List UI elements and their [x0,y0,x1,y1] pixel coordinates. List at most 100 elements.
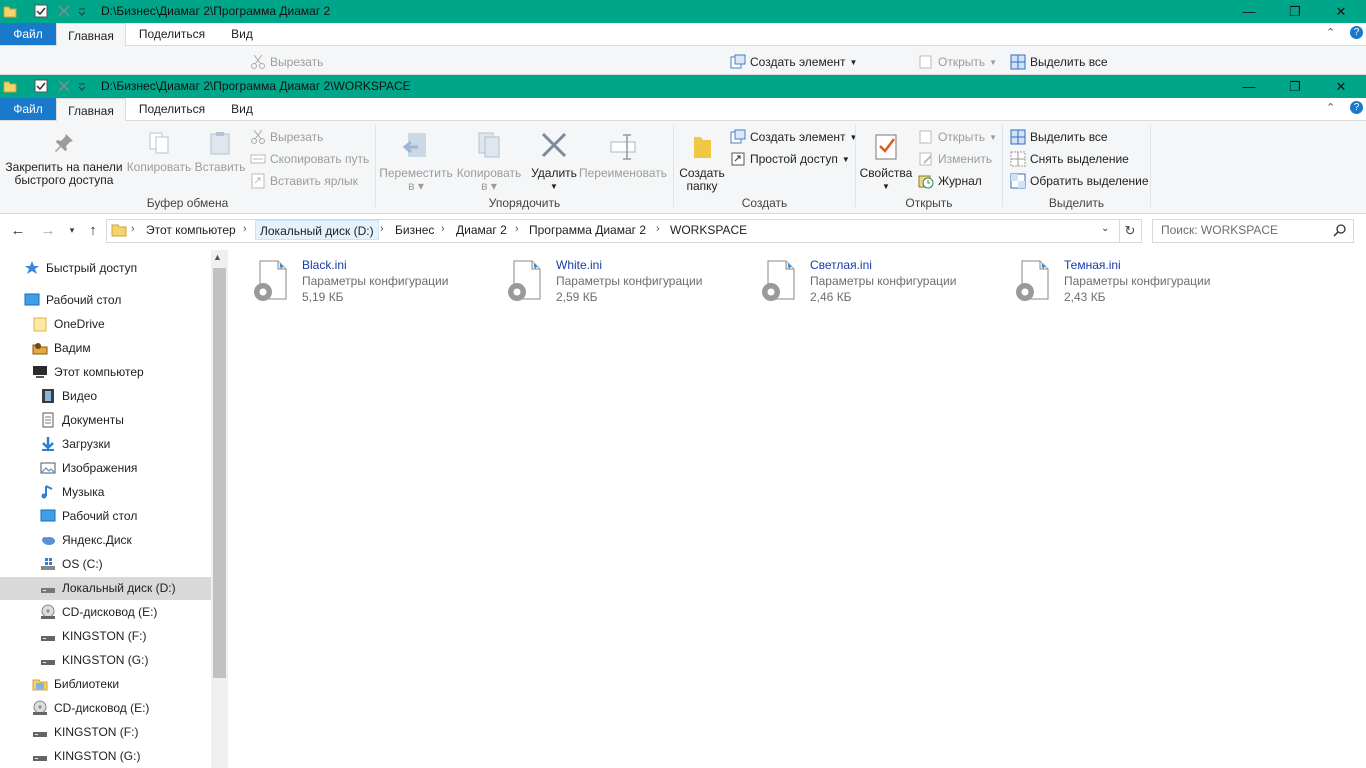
breadcrumb-separator[interactable]: › [515,223,519,235]
file-item[interactable]: Black.ini Параметры конфигурации 5,19 КБ [248,257,498,307]
breadcrumb-program[interactable]: Программа Диамаг 2 [529,223,646,237]
nav-item-onedrive[interactable]: OneDrive [32,313,105,335]
file-name[interactable]: Светлая.ini [810,258,872,272]
file-item[interactable]: Темная.ini Параметры конфигурации 2,43 К… [1010,257,1260,307]
edit-button[interactable]: Изменить [918,151,992,167]
easy-access-button[interactable]: Простой доступ ▼ [730,151,850,167]
nav-item-documents[interactable]: Документы [40,409,124,431]
search-icon[interactable] [1333,223,1347,237]
paste-shortcut-button[interactable]: Вставить ярлык [250,173,358,189]
breadcrumb-business[interactable]: Бизнес [395,223,434,237]
invert-selection-button[interactable]: Обратить выделение [1010,173,1149,189]
nav-item-desktop[interactable]: Рабочий стол [24,289,121,311]
properties-button[interactable]: Свойства ▼ [858,131,914,193]
back-select-all-button[interactable]: Выделить все [1010,54,1108,70]
address-bar[interactable]: › Этот компьютер › Локальный диск (D:) ›… [106,219,1120,243]
tab-home[interactable]: Главная [56,23,126,47]
file-name[interactable]: White.ini [556,258,602,272]
search-box[interactable]: Поиск: WORKSPACE [1152,219,1354,243]
nav-item-cd-drive-e[interactable]: CD-дисковод (E:) [40,601,157,623]
maximize-button[interactable]: ❐ [1272,75,1318,98]
tab-share[interactable]: Поделиться [130,23,214,45]
nav-item-cd-drive-e-2[interactable]: CD-дисковод (E:) [32,697,149,719]
file-item[interactable]: White.ini Параметры конфигурации 2,59 КБ [502,257,752,307]
undo-icon[interactable] [57,4,71,18]
nav-item-pictures[interactable]: Изображения [40,457,137,479]
refresh-button[interactable]: ↻ [1119,219,1142,243]
chevron-down-icon[interactable] [77,79,91,93]
maximize-button[interactable]: ❐ [1272,0,1318,23]
breadcrumb-diamag[interactable]: Диамаг 2 [456,223,507,237]
nav-item-downloads[interactable]: Загрузки [40,433,110,455]
select-all-button[interactable]: Выделить все [1010,129,1108,145]
close-button[interactable]: ✕ [1318,0,1364,23]
nav-item-drive-g-2[interactable]: KINGSTON (G:) [32,745,140,767]
address-dropdown-icon[interactable]: ⌄ [1101,223,1109,234]
nav-item-quick-access[interactable]: Быстрый доступ [24,257,137,279]
breadcrumb-local-disk[interactable]: Локальный диск (D:) [255,220,379,240]
forward-button[interactable]: → [38,220,58,240]
window-titlebar[interactable]: D:\Бизнес\Диамаг 2\Программа Диамаг 2\WO… [0,75,1366,98]
properties-icon[interactable] [34,79,48,93]
help-icon[interactable]: ? [1350,101,1363,114]
help-icon[interactable]: ? [1350,26,1363,39]
minimize-button[interactable]: — [1226,75,1272,98]
nav-item-drive-f[interactable]: KINGSTON (F:) [40,625,146,647]
breadcrumb-separator[interactable]: › [131,223,135,235]
recent-locations-button[interactable]: ▾ [62,220,82,240]
breadcrumb-workspace[interactable]: WORKSPACE [670,223,747,237]
copy-path-button[interactable]: Скопировать путь [250,151,369,167]
select-none-button[interactable]: Снять выделение [1010,151,1129,167]
new-item-button[interactable]: Создать элемент ▼ [730,129,857,145]
properties-icon[interactable] [34,4,48,18]
nav-item-drive-g[interactable]: KINGSTON (G:) [40,649,148,671]
close-button[interactable]: ✕ [1318,75,1364,98]
up-button[interactable]: ↑ [83,220,103,240]
nav-item-desktop-2[interactable]: Рабочий стол [40,505,137,527]
back-cut-button[interactable]: Вырезать [250,54,323,70]
nav-item-videos[interactable]: Видео [40,385,97,407]
tab-file[interactable]: Файл [0,23,56,45]
tab-view[interactable]: Вид [222,98,262,120]
search-input[interactable]: Поиск: WORKSPACE [1161,223,1278,237]
history-button[interactable]: Журнал [918,173,982,189]
nav-item-libraries[interactable]: Библиотеки [32,673,119,695]
collapse-ribbon-icon[interactable]: ⌃ [1326,101,1335,114]
file-name[interactable]: Black.ini [302,258,347,272]
pin-quick-access-button[interactable]: Закрепить на панели быстрого доступа [4,131,124,187]
back-new-item-button[interactable]: Создать элемент ▼ [730,54,857,70]
open-button[interactable]: Открыть ▼ [918,129,997,145]
rename-button[interactable]: Переименовать [578,131,668,180]
back-open-button[interactable]: Открыть ▼ [918,54,997,70]
breadcrumb-separator[interactable]: › [656,223,660,235]
tab-view[interactable]: Вид [222,23,262,45]
nav-item-drive-c[interactable]: OS (C:) [40,553,103,575]
nav-item-this-pc[interactable]: Этот компьютер [32,361,144,383]
breadcrumb-this-pc[interactable]: Этот компьютер [146,223,236,237]
file-name[interactable]: Темная.ini [1064,258,1121,272]
tab-home[interactable]: Главная [56,98,126,122]
tab-file[interactable]: Файл [0,98,56,120]
back-window-titlebar[interactable]: D:\Бизнес\Диамаг 2\Программа Диамаг 2 — … [0,0,1366,23]
copy-to-button[interactable]: Копировать в ▾ [452,131,526,193]
new-folder-button[interactable]: Создать папку [676,131,728,193]
chevron-down-icon[interactable] [77,4,91,18]
nav-scrollbar-thumb[interactable] [213,268,226,678]
nav-item-music[interactable]: Музыка [40,481,104,503]
move-to-button[interactable]: Переместить в ▾ [378,131,454,193]
nav-item-yandex-disk[interactable]: Яндекс.Диск [40,529,132,551]
nav-item-drive-d[interactable]: Локальный диск (D:) [40,577,176,599]
tab-share[interactable]: Поделиться [130,98,214,120]
collapse-ribbon-icon[interactable]: ⌃ [1326,26,1335,39]
cut-button[interactable]: Вырезать [250,129,323,145]
nav-item-user[interactable]: Вадим [32,337,91,359]
breadcrumb-separator[interactable]: › [243,223,247,235]
file-item[interactable]: Светлая.ini Параметры конфигурации 2,46 … [756,257,1006,307]
back-button[interactable]: ← [8,220,28,240]
nav-item-drive-f-2[interactable]: KINGSTON (F:) [32,721,138,743]
delete-button[interactable]: Удалить ▼ [528,131,580,193]
breadcrumb-separator[interactable]: › [380,223,384,235]
scroll-up-icon[interactable]: ▲ [213,252,222,262]
minimize-button[interactable]: — [1226,0,1272,23]
breadcrumb-separator[interactable]: › [441,223,445,235]
